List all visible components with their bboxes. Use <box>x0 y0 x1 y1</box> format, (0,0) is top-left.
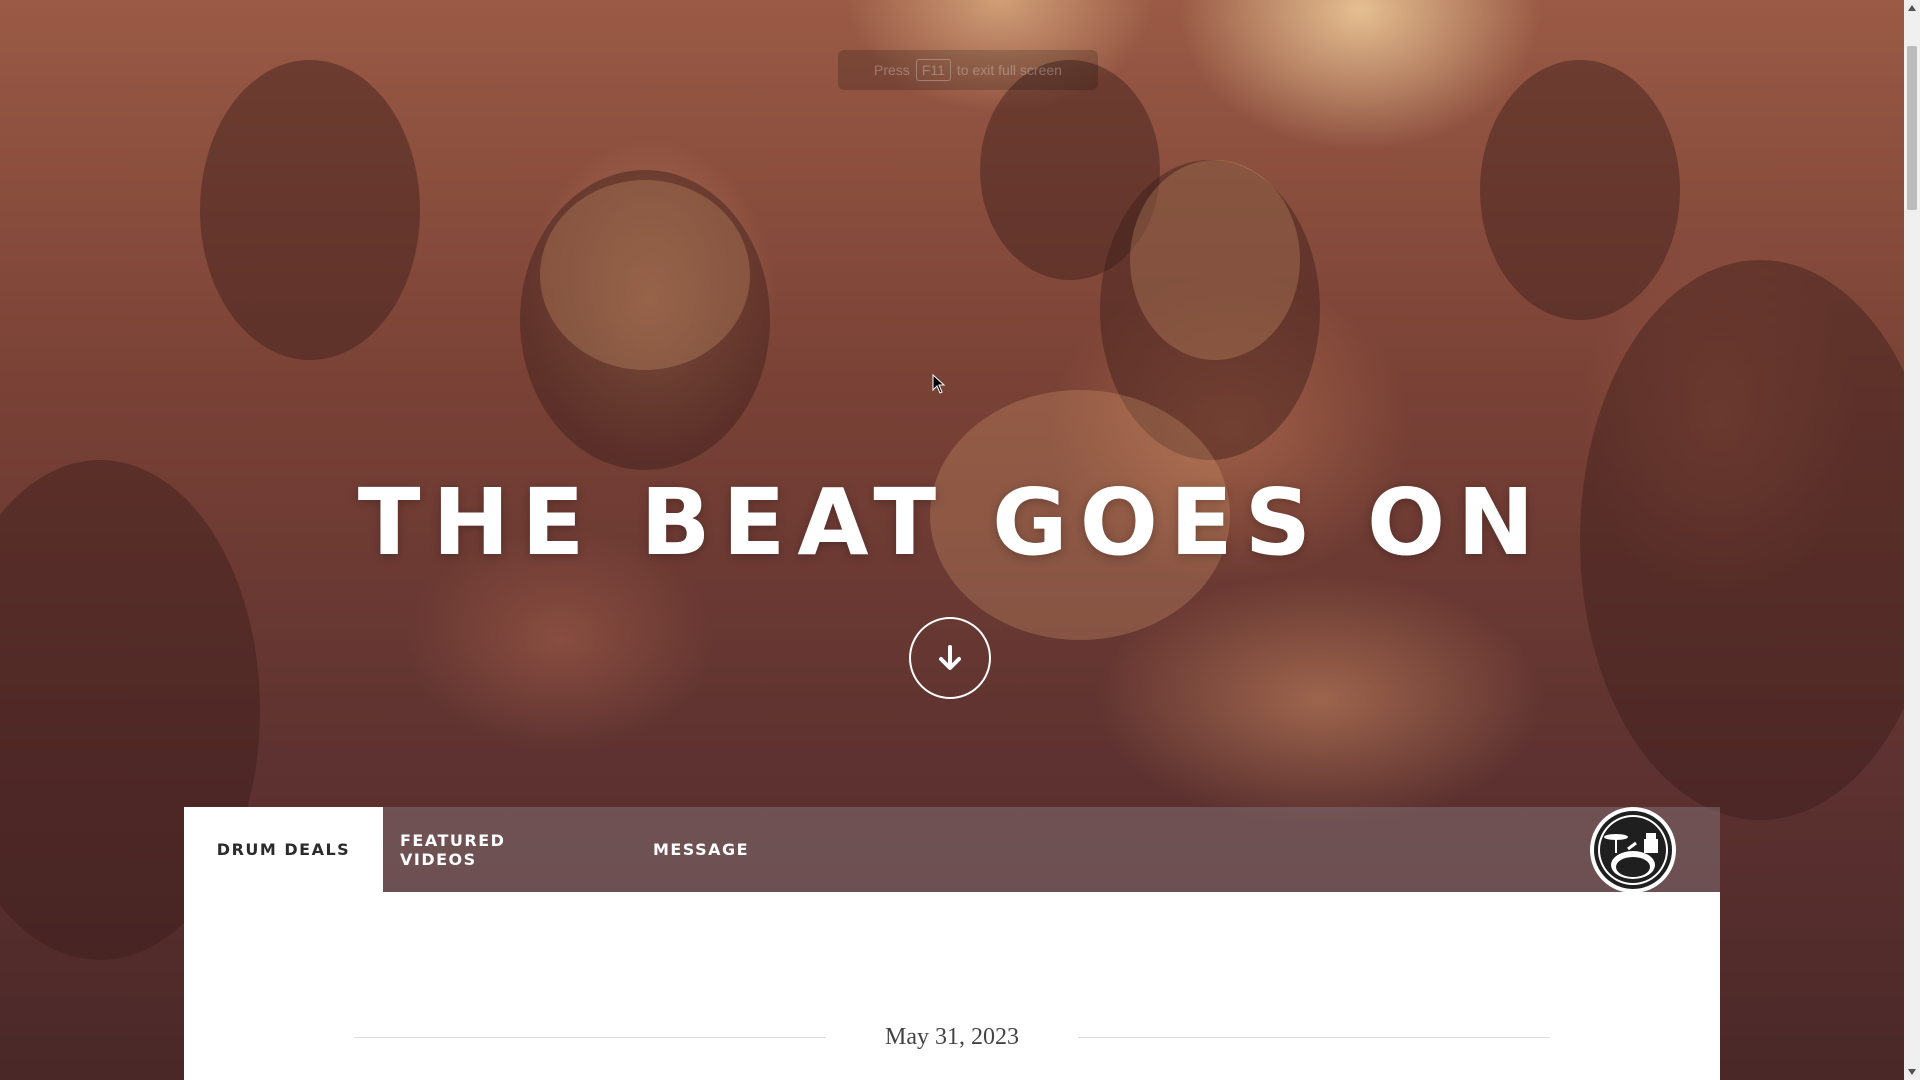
crowd-highlight <box>540 180 750 370</box>
date-row: May 31, 2023 <box>354 1022 1550 1052</box>
crowd-silhouette <box>200 60 420 360</box>
crowd-silhouette <box>1480 60 1680 320</box>
post-date: May 31, 2023 <box>885 1024 1019 1050</box>
content-panel: May 31, 2023 <box>184 892 1720 1080</box>
scroll-up-arrow-icon[interactable] <box>1904 0 1920 16</box>
tab-bar: DRUM DEALS FEATURED VIDEOS MESSAGE <box>184 807 1720 892</box>
vertical-scrollbar[interactable] <box>1904 0 1920 1080</box>
fullscreen-hint: Press F11 to exit full screen <box>838 50 1098 90</box>
fullscreen-hint-prefix: Press <box>874 62 910 78</box>
mouse-cursor-icon <box>932 374 946 394</box>
drum-kit-icon <box>1594 811 1672 889</box>
hero-title: THE BEAT GOES ON <box>357 469 1547 576</box>
fullscreen-hint-suffix: to exit full screen <box>956 62 1062 78</box>
tab-featured-videos[interactable]: FEATURED VIDEOS <box>400 807 582 892</box>
scroll-down-button[interactable] <box>909 617 991 699</box>
arrow-down-icon <box>939 645 961 670</box>
fullscreen-hint-key: F11 <box>915 59 951 81</box>
tab-drum-deals[interactable]: DRUM DEALS <box>184 807 383 892</box>
scrollbar-thumb[interactable] <box>1907 46 1917 210</box>
hero-background: Press F11 to exit full screen THE BEAT G… <box>0 0 1904 1080</box>
drum-logo[interactable] <box>1590 807 1676 893</box>
tab-message[interactable]: MESSAGE <box>651 807 751 892</box>
crowd-highlight <box>1130 160 1300 360</box>
scroll-down-arrow-icon[interactable] <box>1904 1064 1920 1080</box>
